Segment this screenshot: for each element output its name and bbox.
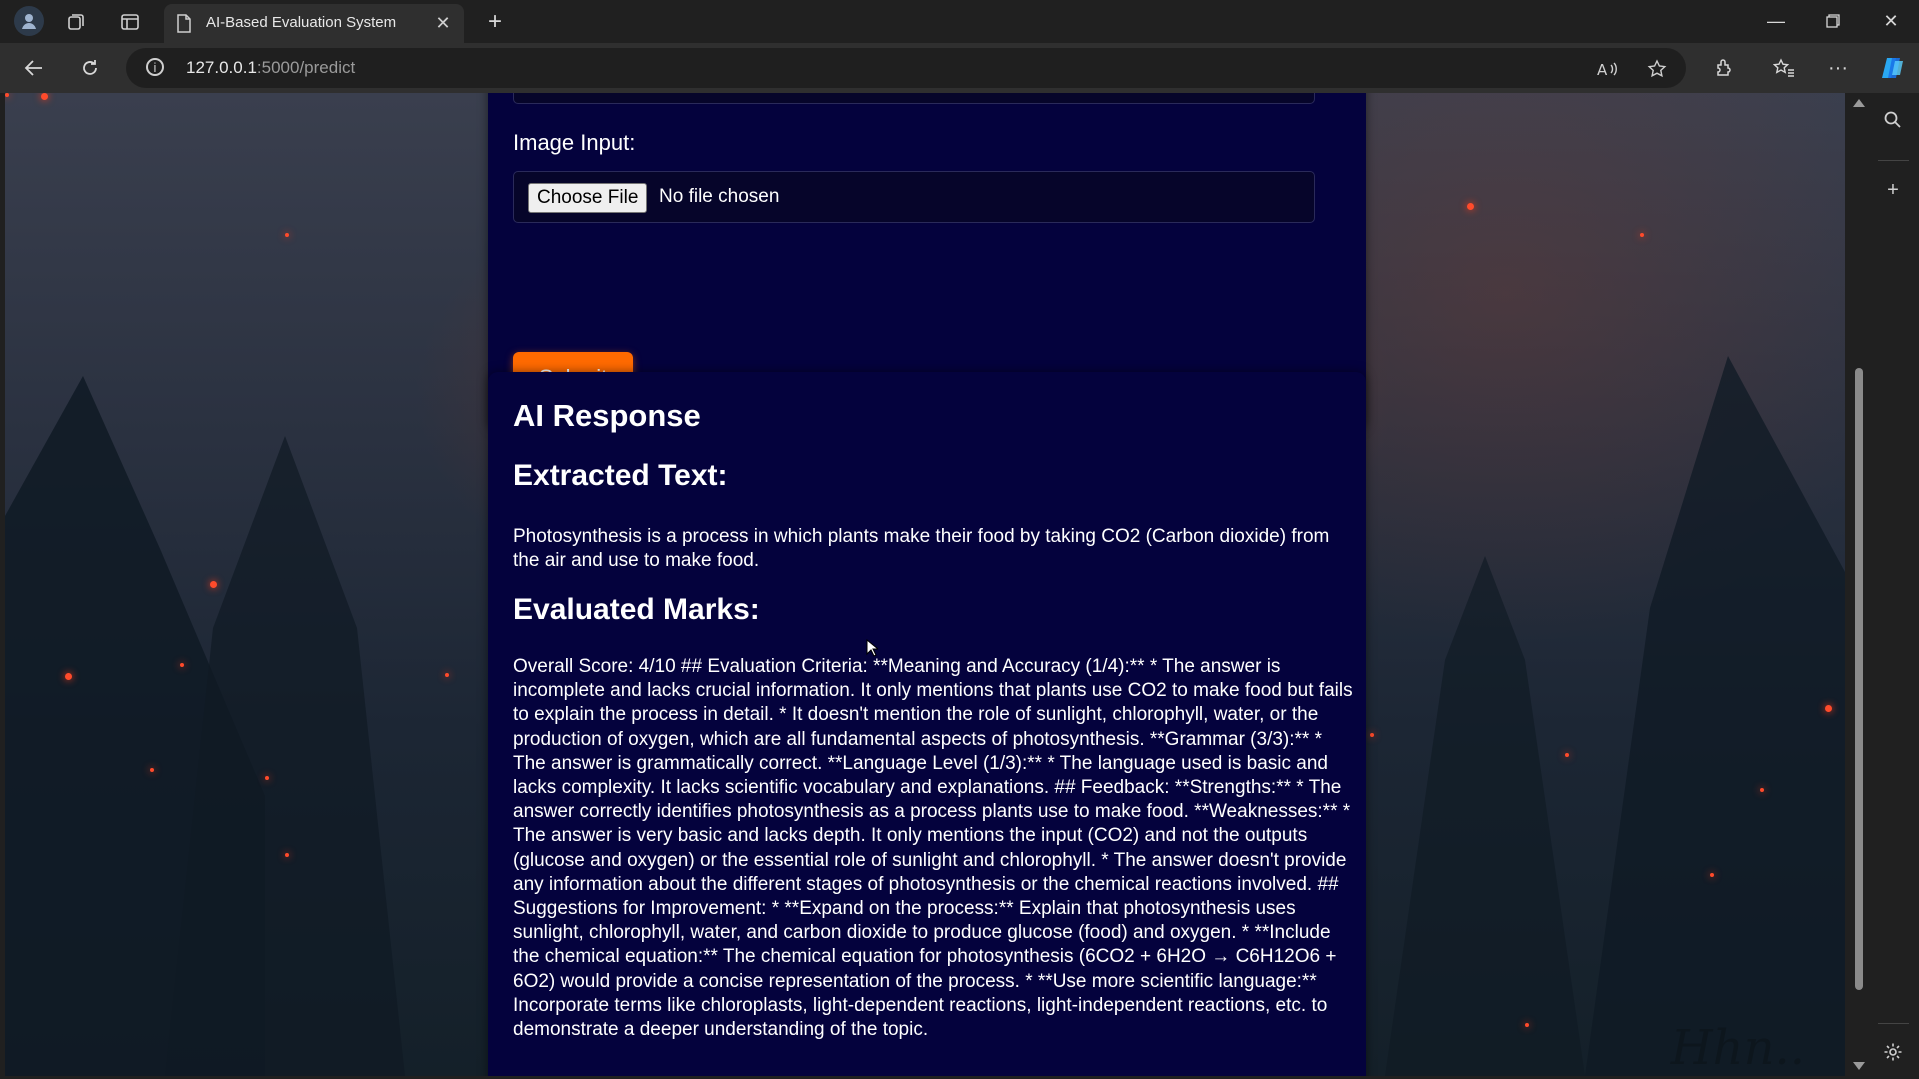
tab-active[interactable]: AI-Based Evaluation System ✕	[164, 4, 464, 43]
extensions-icon[interactable]	[1708, 52, 1740, 84]
refresh-icon[interactable]	[74, 52, 106, 84]
address-toolbar: i 127.0.0.1:5000/predict A ···	[0, 43, 1919, 93]
mouse-cursor-icon	[866, 639, 878, 657]
page-scrollbar[interactable]	[1851, 93, 1866, 1076]
close-window-icon[interactable]: ✕	[1871, 6, 1911, 36]
favorite-star-icon[interactable]	[1644, 56, 1670, 82]
more-menu-icon[interactable]: ···	[1822, 52, 1854, 84]
image-input-label: Image Input:	[513, 130, 636, 155]
text-input-field[interactable]	[513, 93, 1315, 104]
address-bar[interactable]: i 127.0.0.1:5000/predict A	[126, 48, 1686, 88]
back-arrow-icon[interactable]	[18, 52, 50, 84]
ai-response-heading: AI Response	[513, 398, 701, 433]
search-icon[interactable]	[1880, 107, 1906, 133]
tab-actions-icon[interactable]	[116, 8, 144, 36]
ai-response-card: AI Response Extracted Text: Photosynthes…	[488, 372, 1366, 1076]
svg-text:A: A	[1597, 61, 1608, 79]
tab-title: AI-Based Evaluation System	[206, 14, 397, 31]
add-icon[interactable]: +	[1880, 177, 1906, 203]
new-tab-icon[interactable]: +	[480, 7, 510, 37]
page-viewport: Hhn.. Image Input: Choose File No file c…	[5, 93, 1845, 1076]
site-info-icon[interactable]: i	[146, 58, 164, 76]
signature-watermark: Hhn..	[1670, 1020, 1805, 1076]
scroll-down-arrow-icon[interactable]	[1853, 1062, 1865, 1070]
restore-icon[interactable]	[1813, 6, 1853, 36]
read-aloud-icon[interactable]: A	[1594, 56, 1620, 82]
favorites-icon[interactable]	[1768, 52, 1800, 84]
close-tab-icon[interactable]: ✕	[432, 12, 454, 34]
extracted-text-heading: Extracted Text:	[513, 459, 728, 492]
scroll-up-arrow-icon[interactable]	[1853, 99, 1865, 107]
scrollbar-thumb[interactable]	[1855, 368, 1863, 990]
workspaces-icon[interactable]	[62, 8, 90, 36]
url-text[interactable]: 127.0.0.1:5000/predict	[186, 58, 355, 78]
profile-icon	[22, 14, 36, 29]
minimize-icon[interactable]: —	[1756, 6, 1796, 36]
title-bar: AI-Based Evaluation System ✕ + — ✕	[0, 0, 1919, 43]
no-file-text: No file chosen	[659, 186, 780, 207]
evaluated-marks-body: Overall Score: 4/10 ## Evaluation Criter…	[513, 656, 1353, 1041]
evaluated-marks-heading: Evaluated Marks:	[513, 593, 760, 626]
edge-sidebar: +	[1868, 93, 1919, 1079]
profile-avatar[interactable]	[14, 6, 44, 36]
extracted-text-body: Photosynthesis is a process in which pla…	[513, 526, 1330, 571]
choose-file-button[interactable]: Choose File	[528, 183, 648, 213]
settings-gear-icon[interactable]	[1880, 1039, 1906, 1065]
copilot-icon[interactable]	[1876, 52, 1908, 84]
image-file-input[interactable]: Choose File No file chosen	[513, 171, 1315, 223]
page-icon	[176, 14, 192, 38]
